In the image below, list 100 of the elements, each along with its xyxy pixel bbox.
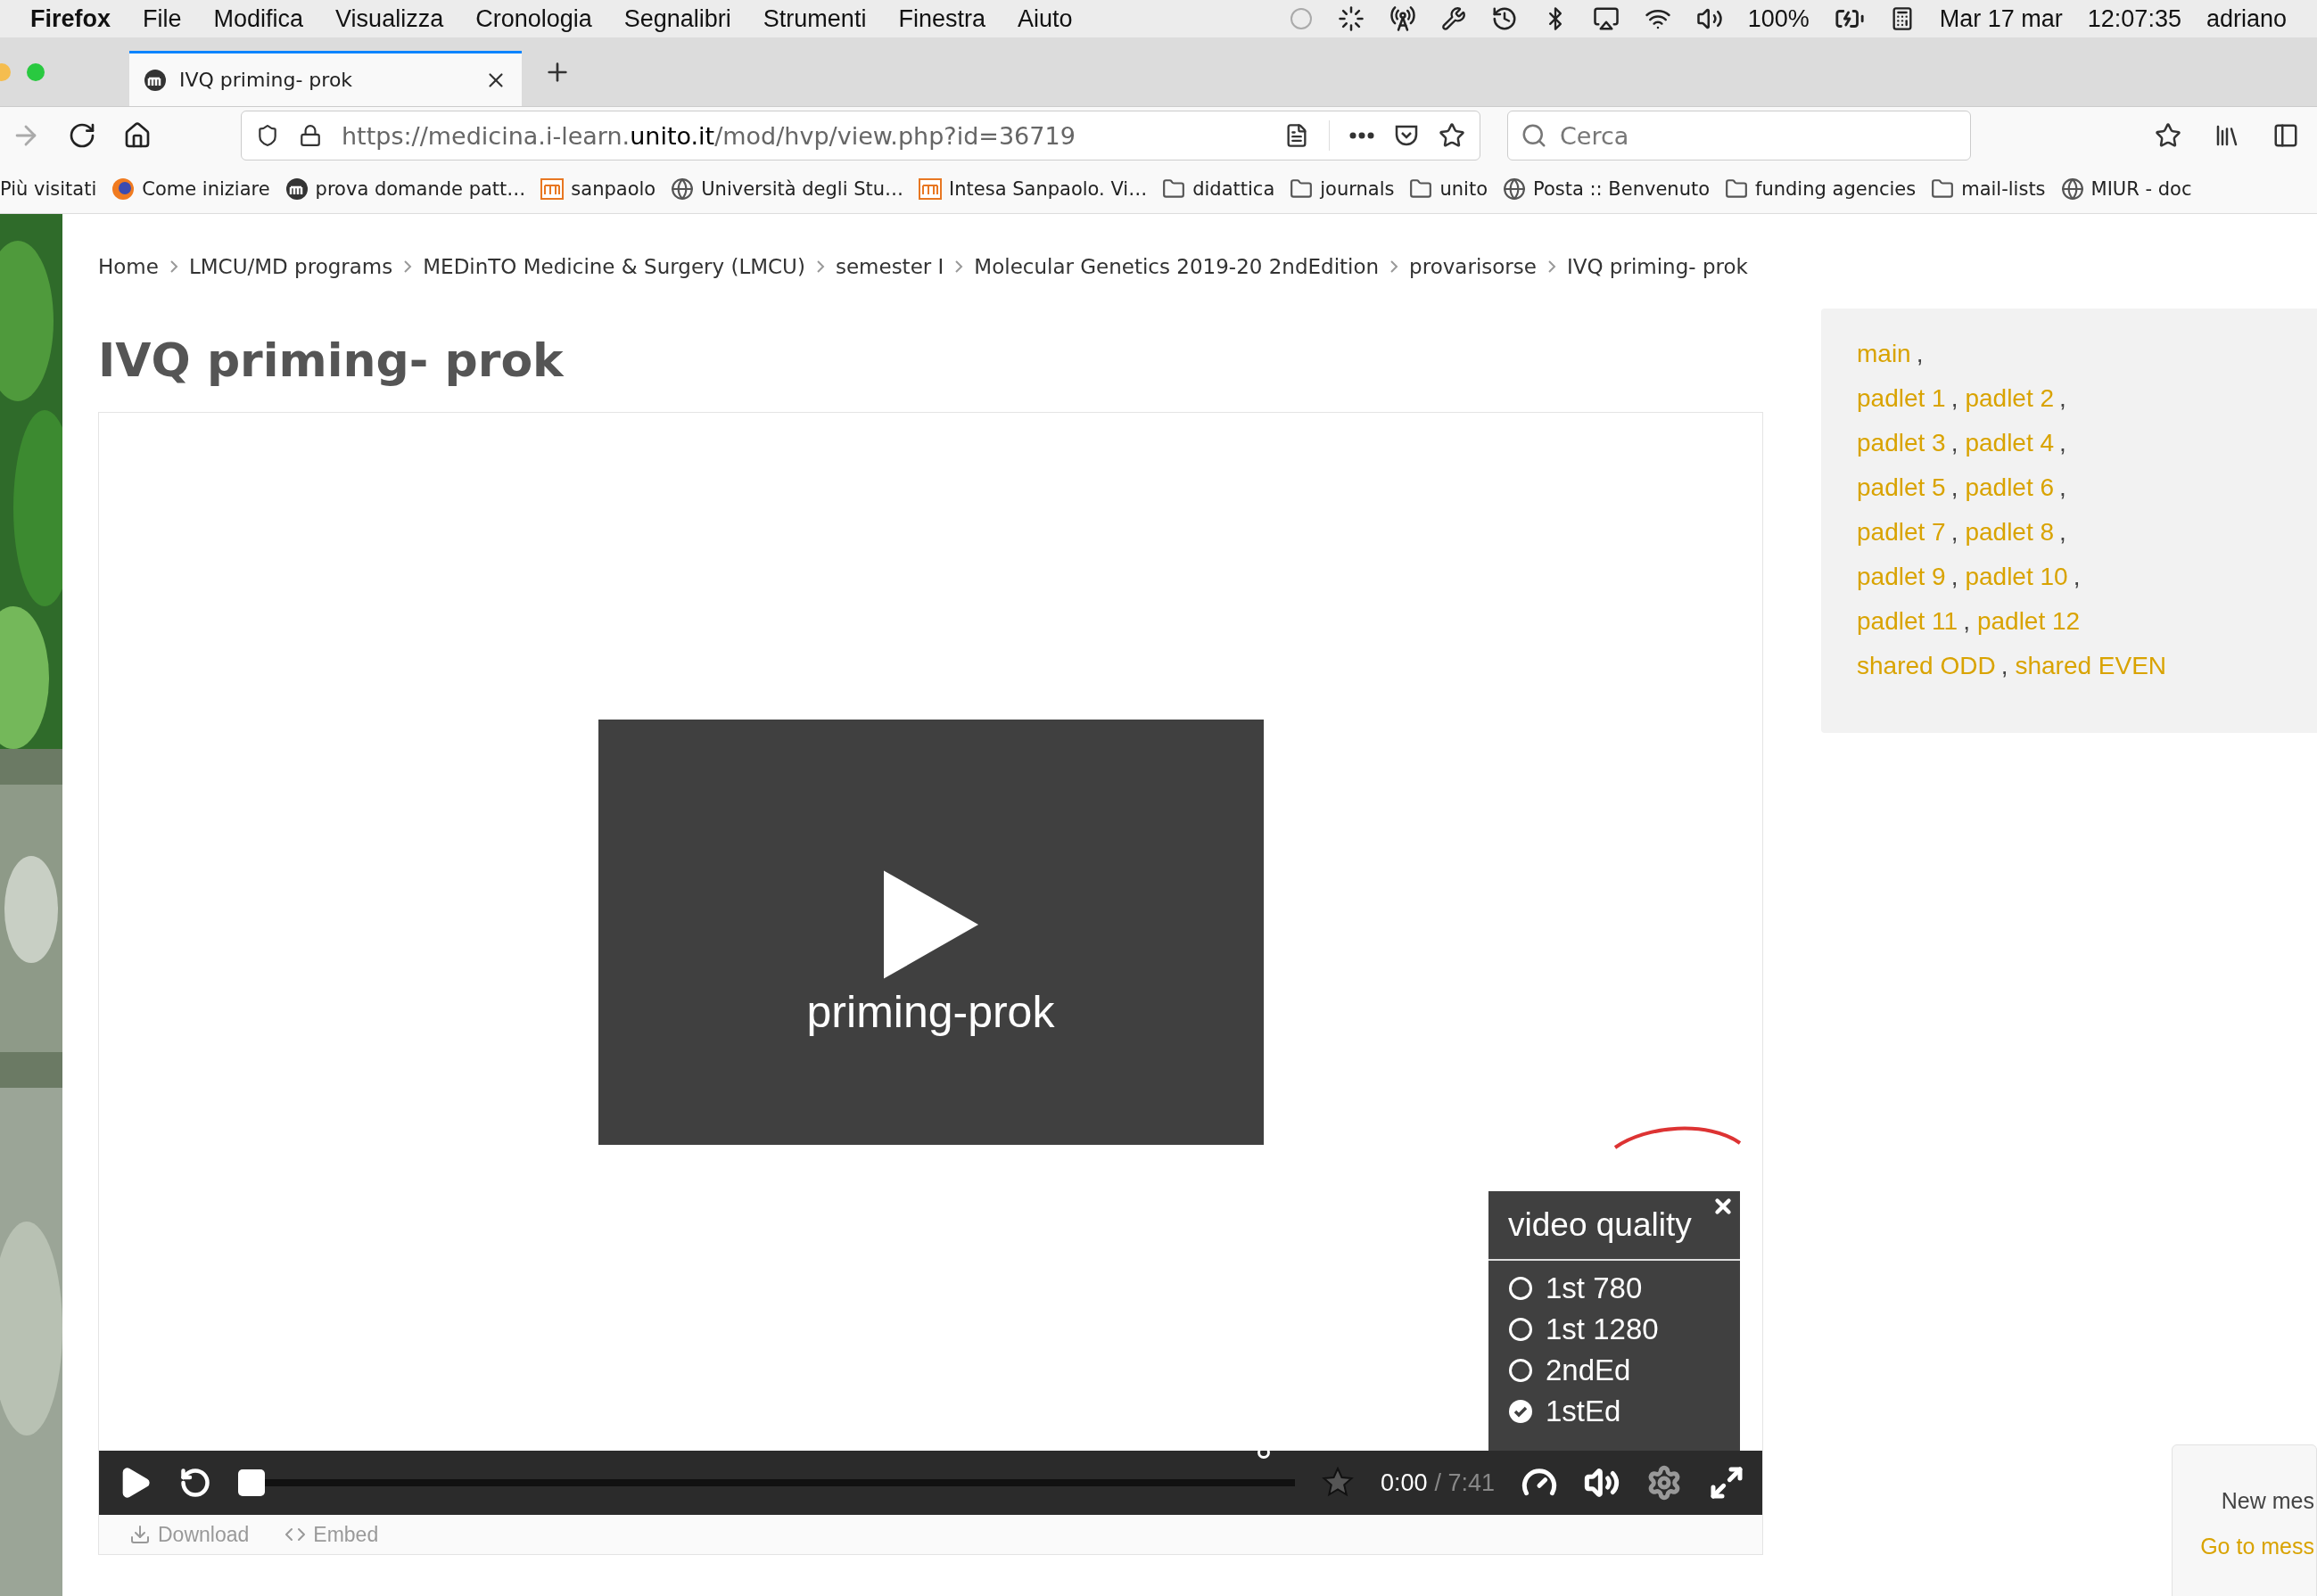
bookmark[interactable]: Università degli Stu… [671,177,904,201]
page-title: IVQ priming- prok [98,333,565,389]
home-icon [123,121,152,150]
bookmark[interactable]: sanpaolo [540,177,656,200]
globe-icon [2060,177,2084,201]
menubar-date: Mar 17 mar [1939,4,2063,33]
comma-separator: , [1950,563,1958,591]
folder-icon [1162,177,1186,201]
antenna-icon [1389,5,1416,32]
address-field[interactable]: https://medicina.i-learn.unito.it/mod/hvp/view.php?id=36719 [241,111,1480,160]
bookmark[interactable]: Posta :: Benvenuto [1503,177,1711,201]
breadcrumb-link[interactable]: IVQ priming- prok [1566,255,1748,278]
menu-item[interactable]: Aiuto [1017,4,1073,33]
star-icon[interactable] [1321,1467,1354,1499]
rewind-button[interactable] [179,1467,211,1499]
comma-separator: , [1916,340,1924,368]
settings-button[interactable] [1646,1465,1682,1501]
download-icon [129,1524,151,1545]
breadcrumb-link[interactable]: MEDinTO Medicine & Surgery (LMCU) [423,255,805,278]
breadcrumb-link[interactable]: provarisorse [1409,255,1537,278]
bookmark[interactable]: Come iniziare [111,177,270,201]
menubar-time: 12:07:35 [2087,4,2181,33]
chevron-icon [169,259,178,274]
comma-separator: , [2059,473,2066,502]
browser-tab[interactable]: IVQ priming- prok [129,51,522,106]
lock-icon [299,124,322,147]
menu-item[interactable]: Modifica [213,4,304,33]
app-menu[interactable]: Firefox [30,4,111,33]
comma-separator: , [2000,652,2008,680]
star-list-icon [2155,122,2181,149]
comma-separator: , [2059,518,2066,547]
site-logo-icon [284,177,309,201]
folder-icon [1290,177,1314,201]
breadcrumb-link[interactable]: Molecular Genetics 2019-20 2ndEdition [974,255,1380,278]
bookmark[interactable]: funding agencies [1725,177,1917,201]
spinner-icon [1337,5,1365,32]
folder-icon [1931,177,1955,201]
bookmark[interactable]: Intesa Sanpaolo. Vi… [919,177,1148,200]
bookmark[interactable]: journals [1290,177,1395,201]
airplay-icon [1592,5,1620,32]
battery-percent: 100% [1747,4,1810,33]
quality-option[interactable]: 2ndEd [1508,1352,1720,1389]
bookmark[interactable]: unito [1409,177,1488,201]
sidebar-icon [2272,122,2299,149]
menu-item[interactable]: Cronologia [475,4,592,33]
comma-separator: , [2073,563,2081,591]
bookmark[interactable]: didattica [1162,177,1275,201]
wrench-icon [1440,6,1466,31]
menu-item[interactable]: Visualizza [335,4,444,33]
video-start-button[interactable]: priming-prok [598,719,1264,1145]
menu-item[interactable]: Strumenti [763,4,867,33]
search-icon [1521,122,1547,149]
comma-separator: , [1950,429,1958,457]
globe-icon [1503,177,1527,201]
menu-item[interactable]: File [143,4,182,33]
menu-item[interactable]: Finestra [898,4,985,33]
comma-separator: , [2059,429,2066,457]
notice-text: New mes [2221,1488,2314,1514]
menu-item[interactable]: Segnalibri [623,4,731,33]
chevron-icon [1389,259,1399,274]
shield-icon [256,124,279,147]
folder-icon [1725,177,1749,201]
reload-icon [68,121,96,150]
star-icon [1439,122,1465,149]
search-field[interactable]: Cerca [1507,111,1971,160]
pocket-icon [1394,124,1419,147]
breadcrumb-link[interactable]: Home [98,255,159,278]
chevron-icon [954,259,964,274]
bank-logo-icon [919,177,943,200]
popup-title: video quality [1508,1206,1692,1244]
breadcrumb-link[interactable]: LMCU/MD programs [188,255,393,278]
quality-option[interactable]: 1st 780 [1508,1270,1720,1307]
site-logo-icon [144,68,167,92]
comma-separator: , [1950,384,1958,413]
bookmarks-handle[interactable] [238,1469,265,1496]
fullscreen-button[interactable] [1709,1465,1744,1501]
chevron-icon [1546,259,1556,274]
bookmark[interactable]: prova domande patt… [284,177,526,201]
total-time: / 7:41 [1434,1468,1495,1497]
user-name[interactable]: adriano [2206,4,2287,33]
fox-globe-icon [111,177,136,201]
more-icon [1349,132,1374,139]
breadcrumb-link[interactable]: semester I [835,255,944,278]
bookmark[interactable]: Più visitati [0,177,97,200]
comma-separator: , [2059,384,2066,413]
comma-separator: , [1950,518,1958,547]
bookmark[interactable]: mail-lists [1931,177,2046,201]
globe-icon [671,177,695,201]
quality-option[interactable]: 1st 1280 [1508,1311,1720,1348]
chevron-icon [815,259,825,274]
comma-separator: , [1950,473,1958,502]
progress-track[interactable] [265,1479,1295,1486]
current-time: 0:00 [1380,1468,1428,1497]
bookmark[interactable]: MIUR - doc [2060,177,2192,201]
quality-option[interactable]: 1stEd [1508,1393,1720,1430]
comma-separator: , [1963,607,1970,636]
bank-logo-icon [540,177,565,200]
chevron-icon [403,259,413,274]
play-icon [883,869,978,979]
folder-icon [1409,177,1433,201]
